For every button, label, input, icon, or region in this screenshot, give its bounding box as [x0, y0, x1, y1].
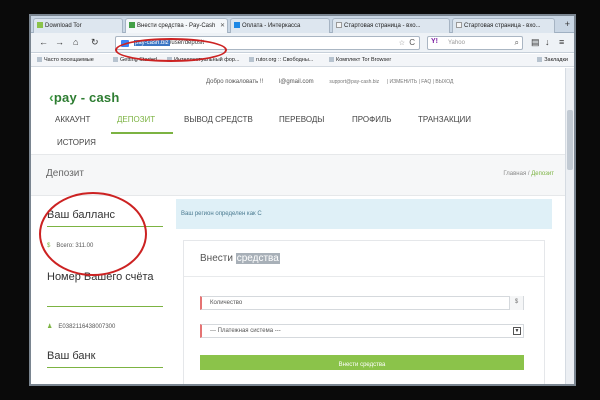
yahoo-icon: Y! [431, 38, 438, 45]
bookmark-item[interactable]: Часто посещаемые [37, 57, 94, 63]
balance-value: $ Всего: 311.00 [47, 243, 94, 249]
reload-icon[interactable]: ↻ [91, 36, 99, 48]
balance-heading: Ваш балланс [47, 209, 116, 221]
divider [47, 367, 163, 368]
breadcrumb: Главная / Депозит [503, 171, 554, 177]
form-title: Внести средства [200, 253, 280, 264]
tab-download-tor[interactable]: Download Tor [33, 18, 123, 33]
tab-start-page-2[interactable]: Стартовая страница - вхо... [452, 18, 555, 33]
close-icon[interactable]: ✕ [220, 22, 225, 29]
divider [47, 306, 163, 307]
site-identity-icon[interactable] [121, 40, 129, 47]
user-icon: ♟ [47, 324, 53, 330]
bookmark-icon [113, 57, 118, 62]
refresh-icon[interactable]: C [409, 38, 415, 47]
bookmark-item[interactable]: rutor.org :: Свободны... [249, 57, 313, 63]
search-icon[interactable]: ⌕ [515, 38, 519, 48]
bookmark-item[interactable]: Getting Started [113, 57, 157, 63]
forward-arrow-icon[interactable]: → [55, 36, 64, 48]
page-icon [456, 22, 462, 28]
top-user-links: Добро пожаловать !! l@gmail.com support@… [206, 79, 459, 85]
amount-input[interactable]: Количество $ [200, 296, 524, 310]
bookmark-item[interactable]: Комплект Tor Browser [329, 57, 391, 63]
chevron-down-icon[interactable]: ▼ [513, 327, 521, 335]
dollar-icon: $ [47, 243, 51, 249]
account-number-heading: Номер Вашего счёта [47, 271, 154, 283]
search-input[interactable]: Y! Yahoo ⌕ [427, 36, 523, 50]
bookmark-icon [329, 57, 334, 62]
bookmarks-bar: Часто посещаемые Getting Started Интелле… [31, 54, 574, 67]
scrollbar-thumb[interactable] [567, 110, 573, 170]
address-host: pay-cash.biz [134, 40, 170, 46]
bookmark-icon [37, 57, 42, 62]
page-header: Депозит Главная / Депозит [31, 154, 566, 196]
download-icon[interactable]: ↓ [545, 36, 550, 48]
bookmark-icon [249, 57, 254, 62]
menu-item-withdraw[interactable]: ВЫВОД СРЕДСТВ [184, 115, 253, 124]
bookmark-icon [167, 57, 172, 62]
tab-interkassa[interactable]: Оплата - Интеркасса [230, 18, 330, 33]
support-link[interactable]: support@pay-cash.biz [329, 79, 379, 85]
interkassa-favicon-icon [234, 22, 240, 28]
new-tab-button[interactable]: + [565, 19, 570, 29]
welcome-text: Добро пожаловать !! [206, 79, 264, 85]
account-number-value: ♟ E0382116438007300 [47, 324, 116, 330]
divider [184, 276, 544, 277]
menu-item-profile[interactable]: ПРОФИЛЬ [352, 115, 391, 124]
library-icon[interactable]: ▤ [531, 36, 540, 48]
page-content: Добро пожаловать !! l@gmail.com support@… [31, 68, 566, 384]
region-alert: Ваш регион определен как С [176, 199, 552, 229]
menu-item-account[interactable]: АККАУНТ [55, 115, 90, 124]
bookmark-icon [537, 57, 543, 62]
deposit-submit-button[interactable]: Внести средства [200, 355, 524, 370]
menu-item-history[interactable]: ИСТОРИЯ [57, 138, 96, 147]
scrollbar[interactable] [565, 68, 574, 384]
breadcrumb-current: Депозит [531, 171, 554, 177]
navigation-bar: ← → ⌂ ↻ pay-cash.biz/user/deposit ☆ C Y!… [31, 33, 574, 53]
browser-window: Download Tor Внести средства - Pay-Cash … [29, 14, 576, 386]
breadcrumb-home[interactable]: Главная [503, 171, 526, 177]
deposit-form: Внести средства Количество $ --- Платежн… [183, 240, 545, 384]
active-menu-indicator [111, 132, 173, 134]
menu-icon[interactable]: ≡ [559, 36, 564, 48]
address-bar[interactable]: pay-cash.biz/user/deposit ☆ C [115, 36, 420, 50]
account-links[interactable]: | ИЗМЕНИТЬ | FAQ | ВЫХОД [387, 79, 454, 85]
menu-item-transactions[interactable]: ТРАНЗАКЦИИ [418, 115, 471, 124]
back-arrow-icon[interactable]: ← [39, 36, 48, 48]
menu-item-deposit[interactable]: ДЕПОЗИТ [117, 115, 155, 124]
tab-start-page-1[interactable]: Стартовая страница - вхо... [332, 18, 450, 33]
bookmark-item[interactable]: Интеллектуальный фор... [167, 57, 240, 63]
bookmarks-menu[interactable]: Закладки [537, 57, 568, 63]
home-icon[interactable]: ⌂ [73, 36, 78, 48]
tor-icon [37, 22, 43, 28]
tab-bar: Download Tor Внести средства - Pay-Cash … [31, 16, 574, 33]
currency-addon: $ [509, 296, 523, 310]
page-title: Депозит [46, 168, 84, 179]
user-email: l@gmail.com [278, 79, 314, 85]
divider [47, 226, 163, 227]
pay-cash-favicon-icon [129, 22, 135, 28]
payment-system-select[interactable]: --- Платежная система --- ▼ [200, 324, 524, 338]
address-path: /user/deposit [169, 40, 205, 46]
bookmark-star-icon[interactable]: ☆ [399, 39, 405, 47]
tab-pay-cash[interactable]: Внести средства - Pay-Cash ✕ [125, 18, 228, 33]
bank-heading: Ваш банк [47, 350, 96, 362]
page-icon [336, 22, 342, 28]
site-logo[interactable]: ‹pay - cash [49, 89, 119, 105]
menu-item-transfers[interactable]: ПЕРЕВОДЫ [279, 115, 324, 124]
